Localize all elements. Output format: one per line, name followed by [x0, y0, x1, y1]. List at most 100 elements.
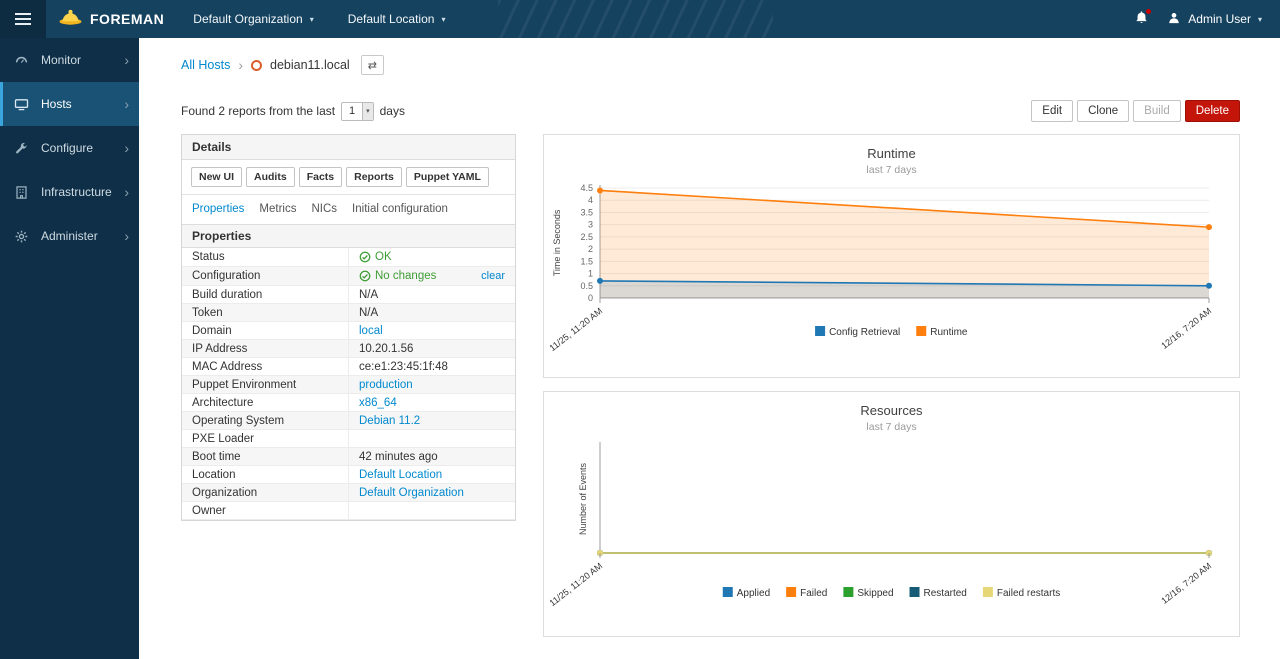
sidebar-item-hosts[interactable]: Hosts› [0, 82, 139, 126]
location-selector[interactable]: Default Location ▾ [331, 0, 463, 38]
sidebar-item-monitor[interactable]: Monitor› [0, 38, 139, 82]
clone-button[interactable]: Clone [1077, 100, 1129, 122]
legend-label: Restarted [924, 588, 967, 599]
days-select[interactable]: 1 ▾ [341, 102, 374, 121]
sidebar-item-infrastructure[interactable]: Infrastructure› [0, 170, 139, 214]
clear-link[interactable]: clear [481, 270, 505, 282]
data-point-runtime[interactable] [597, 187, 603, 193]
data-point-config-retrieval[interactable] [1206, 283, 1212, 289]
breadcrumb-current-host: debian11.local [270, 58, 350, 72]
tab-properties[interactable]: Properties [192, 203, 244, 215]
data-point-config-retrieval[interactable] [597, 278, 603, 284]
property-value: N/A [349, 304, 516, 322]
property-label: Token [182, 304, 349, 322]
y-tick-label: 1.5 [580, 256, 593, 266]
tab-initial-configuration[interactable]: Initial configuration [352, 203, 448, 215]
brand[interactable]: FOREMAN [46, 7, 176, 31]
property-label: Operating System [182, 412, 349, 430]
legend-label: Skipped [857, 588, 893, 599]
y-tick-label: 2 [588, 244, 593, 254]
details-heading: Details [182, 135, 515, 160]
details-button-facts[interactable]: Facts [299, 167, 342, 187]
legend-label: Failed restarts [997, 588, 1060, 599]
chevron-right-icon: › [124, 97, 129, 111]
property-value: production [349, 376, 516, 394]
property-link-architecture[interactable]: x86_64 [359, 397, 397, 409]
details-button-new-ui[interactable]: New UI [191, 167, 242, 187]
property-row-pxe-loader: PXE Loader [182, 430, 515, 448]
property-row-architecture: Architecturex86_64 [182, 394, 515, 412]
sidebar-item-administer[interactable]: Administer› [0, 214, 139, 258]
chevron-right-icon: › [124, 141, 129, 155]
details-button-audits[interactable]: Audits [246, 167, 295, 187]
legend-item-skipped[interactable]: Skipped [843, 587, 893, 599]
build-button[interactable]: Build [1133, 100, 1181, 122]
toolbar-row: Found 2 reports from the last 1 ▾ days E… [181, 100, 1240, 122]
tab-metrics[interactable]: Metrics [259, 203, 296, 215]
navbar-stripe-decoration [498, 0, 773, 38]
details-button-reports[interactable]: Reports [346, 167, 402, 187]
caret-down-icon: ▾ [1258, 15, 1262, 24]
property-row-owner: Owner [182, 502, 515, 520]
properties-heading: Properties [182, 224, 515, 248]
legend-item-applied[interactable]: Applied [723, 587, 770, 599]
property-label: Location [182, 466, 349, 484]
property-label: Build duration [182, 286, 349, 304]
y-tick-label: 3.5 [580, 207, 593, 217]
property-link-location[interactable]: Default Location [359, 469, 442, 481]
legend-item-restarted[interactable]: Restarted [910, 587, 967, 599]
foreman-helmet-logo-icon [58, 7, 83, 31]
property-link-organization[interactable]: Default Organization [359, 487, 464, 499]
data-point-runtime[interactable] [1206, 224, 1212, 230]
legend-item-runtime[interactable]: Runtime [916, 326, 968, 338]
property-row-domain: Domainlocal [182, 322, 515, 340]
legend-item-config-retrieval[interactable]: Config Retrieval [815, 326, 900, 338]
legend-item-failed[interactable]: Failed [786, 587, 827, 599]
details-button-puppet-yaml[interactable]: Puppet YAML [406, 167, 489, 187]
property-row-ip-address: IP Address10.20.1.56 [182, 340, 515, 358]
property-row-mac-address: MAC Addressce:e1:23:45:1f:48 [182, 358, 515, 376]
property-link-operating-system[interactable]: Debian 11.2 [359, 415, 420, 427]
legend-item-failed-restarts[interactable]: Failed restarts [983, 587, 1060, 599]
organization-selector[interactable]: Default Organization ▾ [176, 0, 330, 38]
sidebar-item-configure[interactable]: Configure› [0, 126, 139, 170]
chart-subtitle: last 7 days [544, 164, 1239, 176]
resources-chart-svg: Number of Events11/25, 11:20 AM12/16, 7:… [544, 437, 1239, 627]
legend-label: Applied [737, 588, 770, 599]
notifications-button[interactable] [1132, 8, 1151, 30]
property-row-location: Location Default Location [182, 466, 515, 484]
main-row: Details New UIAuditsFactsReportsPuppet Y… [181, 134, 1240, 637]
legend-swatch [916, 326, 926, 336]
property-row-puppet-environment: Puppet Environmentproduction [182, 376, 515, 394]
property-value: No changes clear [349, 267, 516, 286]
delete-button[interactable]: Delete [1185, 100, 1240, 122]
chevron-right-icon: › [124, 53, 129, 67]
host-switcher-button[interactable]: ⇄ [361, 55, 384, 75]
property-label: Owner [182, 502, 349, 520]
x-tick-label: 12/16, 7:20 AM [1159, 306, 1213, 351]
breadcrumb-all-hosts-link[interactable]: All Hosts [181, 58, 230, 72]
notification-badge [1146, 9, 1151, 14]
property-label: Boot time [182, 448, 349, 466]
legend: Config Retrieval Runtime [815, 326, 968, 338]
property-link-domain[interactable]: local [359, 325, 383, 337]
edit-button[interactable]: Edit [1031, 100, 1073, 122]
status-ok-text: OK [375, 251, 392, 263]
details-tabs: Properties Metrics NICs Initial configurati… [182, 195, 515, 224]
legend-label: Config Retrieval [829, 327, 900, 338]
property-value: x86_64 [349, 394, 516, 412]
legend-swatch [786, 587, 796, 597]
status-ok-text: No changes [375, 270, 436, 282]
sidebar-item-label: Hosts [41, 97, 124, 111]
user-menu[interactable]: Admin User ▾ [1167, 11, 1262, 28]
sidebar-item-label: Infrastructure [41, 185, 124, 199]
property-value: OK [349, 248, 516, 267]
property-label: MAC Address [182, 358, 349, 376]
property-row-operating-system: Operating System Debian 11.2 [182, 412, 515, 430]
property-value: local [349, 322, 516, 340]
property-value: ce:e1:23:45:1f:48 [349, 358, 516, 376]
hamburger-menu-button[interactable] [0, 0, 46, 38]
y-tick-label: 2.5 [580, 232, 593, 242]
property-link-puppet-environment[interactable]: production [359, 379, 413, 391]
tab-nics[interactable]: NICs [311, 203, 337, 215]
